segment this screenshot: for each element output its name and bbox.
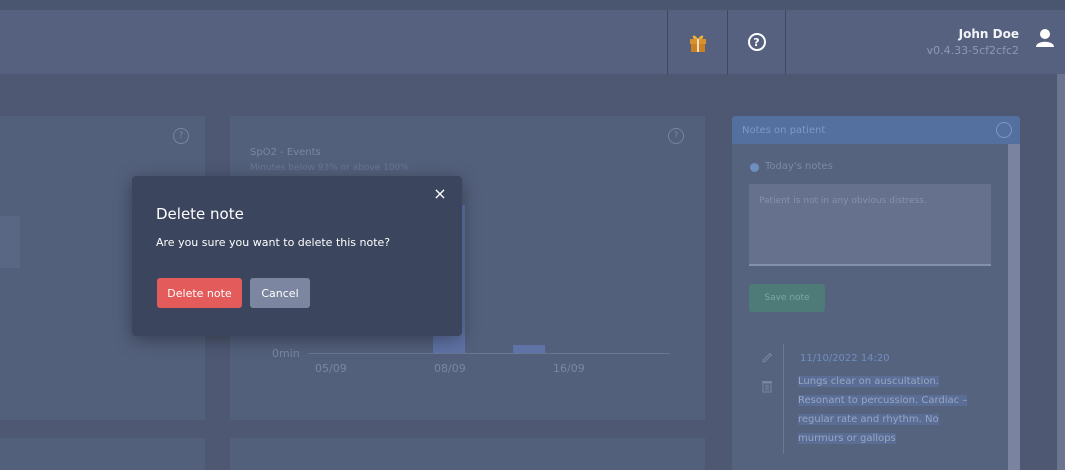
note-textarea-placeholder: Patient is not in any obvious distress. [759, 196, 927, 206]
x-tick-label: 05/09 [315, 362, 347, 375]
dialog-message: Are you sure you want to delete this not… [156, 236, 391, 249]
chart-title: SpO2 - Events [250, 147, 321, 158]
help-button[interactable]: ? [728, 10, 785, 74]
top-bar [0, 10, 1065, 74]
note-line: regular rate and rhythm. No [798, 414, 939, 425]
help-icon[interactable]: ? [668, 128, 684, 144]
user-name: John Doe [958, 27, 1019, 41]
note-line: murmurs or gallops [798, 433, 896, 444]
close-icon[interactable]: × [432, 186, 448, 202]
help-glyph: ? [753, 35, 760, 49]
user-icon [1036, 29, 1054, 47]
save-note-button[interactable]: Save note [749, 284, 825, 312]
delete-note-dialog [132, 176, 462, 336]
x-tick-label: 16/09 [553, 362, 585, 375]
collapse-icon[interactable] [996, 122, 1012, 138]
note-line: Resonant to percussion. Cardiac – [798, 395, 968, 406]
today-notes-label: Today's notes [765, 161, 833, 172]
note-entry-text: Lungs clear on auscultation. Resonant to… [798, 372, 968, 448]
topbar-divider [785, 10, 786, 74]
chart-bar [513, 345, 545, 353]
gift-icon [689, 35, 706, 52]
user-menu-button[interactable] [1035, 28, 1055, 52]
chart-axis [308, 353, 670, 354]
trash-icon[interactable] [761, 379, 773, 393]
delete-note-button[interactable]: Delete note [157, 278, 242, 308]
left-panel-bar [0, 216, 20, 268]
cancel-button[interactable]: Cancel [250, 278, 310, 308]
gift-button[interactable] [668, 10, 727, 74]
help-icon: ? [747, 33, 766, 51]
chart-subtitle: Minutes below 93% or above 100% [250, 163, 409, 173]
note-timestamp: 11/10/2022 14:20 [800, 353, 890, 364]
left-panel-lower [0, 438, 205, 470]
help-icon[interactable]: ? [173, 128, 189, 144]
page-scrollbar[interactable] [1057, 74, 1065, 470]
lower-panel [230, 438, 705, 470]
today-radio[interactable] [750, 163, 759, 172]
app-version: v0.4.33-5cf2cfc2 [926, 44, 1019, 57]
note-line: Lungs clear on auscultation. [798, 376, 939, 387]
notes-scrollbar[interactable] [1008, 144, 1020, 470]
y-tick-label: 0min [272, 347, 300, 360]
x-tick-label: 08/09 [434, 362, 466, 375]
dialog-title: Delete note [156, 205, 244, 223]
edit-icon[interactable] [761, 352, 773, 364]
timeline-line [783, 344, 784, 454]
notes-panel-title: Notes on patient [742, 125, 826, 136]
